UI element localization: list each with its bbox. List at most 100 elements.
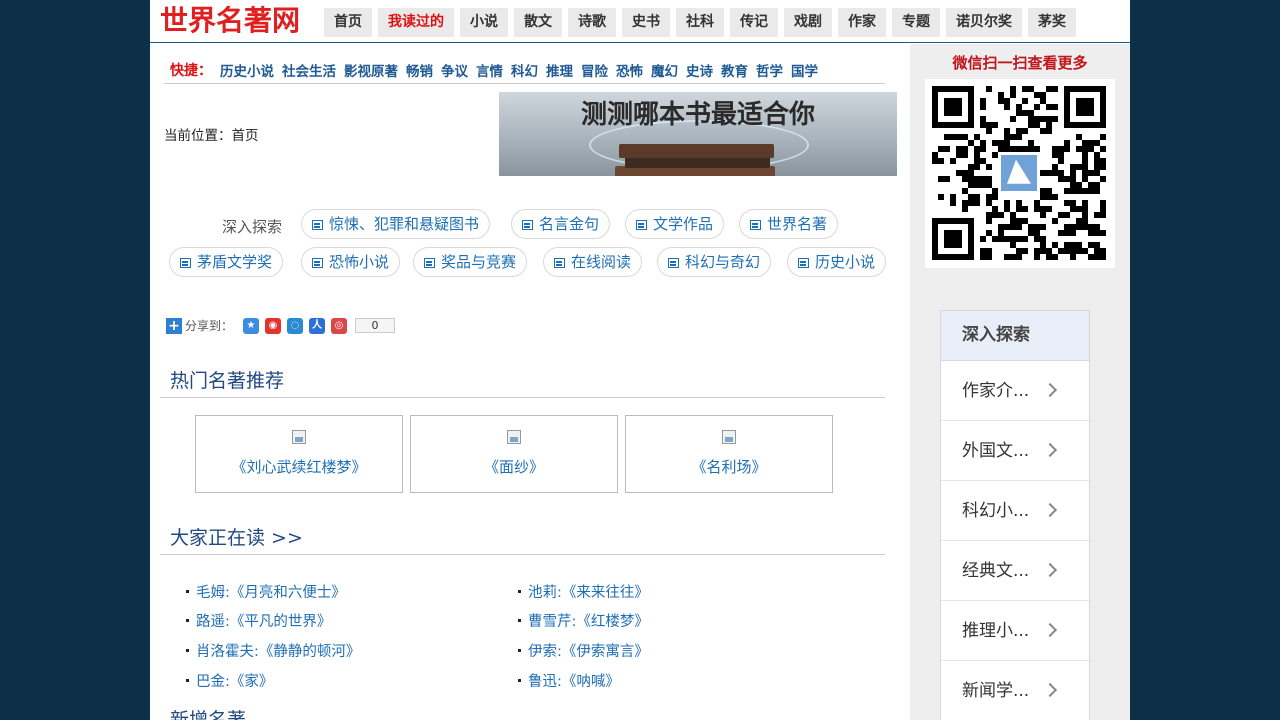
header: 世界名著网 首页 我读过的 小说 散文 诗歌 史书 社科 传记 戏剧 作家 专题 诺贝尔奖 茅奖 (150, 0, 1130, 43)
side-item-label: 推理小... (962, 621, 1030, 641)
side-explore-panel: 深入探索 作家介... 外国文... 科幻小... 经典文... 推理小... 新闻学..… (940, 310, 1090, 720)
explore-chip[interactable]: 在线阅读 (543, 247, 643, 277)
chevron-right-icon (1042, 442, 1058, 458)
nav-item[interactable]: 专题 (892, 8, 940, 37)
quick-link[interactable]: 魔幻 (651, 60, 678, 80)
explore-label: 深入探索 (222, 218, 283, 236)
quick-link[interactable]: 历史小说 (220, 60, 274, 80)
chip-label: 茅盾文学奖 (197, 253, 273, 271)
reading-link[interactable]: 鲁迅:《呐喊》 (518, 670, 620, 691)
quick-link[interactable]: 科幻 (511, 60, 538, 80)
tencent-weibo-icon[interactable]: ◌ (287, 317, 304, 334)
chip-label: 科幻与奇幻 (685, 253, 761, 271)
book-card[interactable]: 《名利场》 (625, 415, 833, 493)
side-item-label: 科幻小... (962, 501, 1030, 521)
book-cover-image (722, 430, 736, 444)
quick-link[interactable]: 冒险 (581, 60, 608, 80)
reading-title[interactable]: 大家正在读 >> (170, 523, 303, 550)
chevron-right-icon (1042, 622, 1058, 638)
book-card[interactable]: 《面纱》 (410, 415, 618, 493)
quick-link[interactable]: 推理 (546, 60, 573, 80)
nav-item[interactable]: 诗歌 (568, 8, 616, 37)
qr-code-image (932, 86, 1106, 260)
site-logo[interactable]: 世界名著网 (160, 3, 300, 39)
explore-chip[interactable]: 历史小说 (787, 247, 887, 277)
quick-link[interactable]: 哲学 (756, 60, 783, 80)
quiz-banner[interactable]: 测测哪本书最适合你 (499, 92, 897, 176)
quick-link[interactable]: 史诗 (686, 60, 713, 80)
quick-link[interactable]: 教育 (721, 60, 748, 80)
breadcrumb: 当前位置：首页 (164, 128, 259, 144)
renren-icon[interactable]: 人 (309, 317, 326, 334)
quick-link[interactable]: 影视原著 (344, 60, 398, 80)
nav-item[interactable]: 我读过的 (378, 8, 454, 37)
chip-label: 惊悚、犯罪和悬疑图书 (329, 215, 480, 233)
nav-item[interactable]: 茅奖 (1028, 8, 1076, 37)
quick-link[interactable]: 恐怖 (616, 60, 643, 80)
douban-icon[interactable]: ◎ (331, 317, 348, 334)
document-icon (312, 220, 323, 230)
quick-link[interactable]: 言情 (476, 60, 503, 80)
explore-chip[interactable]: 名言金句 (511, 209, 611, 239)
nav-item[interactable]: 传记 (730, 8, 778, 37)
nav-item[interactable]: 散文 (514, 8, 562, 37)
document-icon (180, 258, 191, 268)
divider (160, 397, 885, 398)
nav-item[interactable]: 史书 (622, 8, 670, 37)
side-panel-items: 作家介... 外国文... 科幻小... 经典文... 推理小... 新闻学... (941, 361, 1089, 720)
explore-chip[interactable]: 科幻与奇幻 (657, 247, 772, 277)
quick-link[interactable]: 争议 (441, 60, 468, 80)
quick-link[interactable]: 畅销 (406, 60, 433, 80)
nav-item[interactable]: 作家 (838, 8, 886, 37)
reading-link[interactable]: 伊索:《伊索寓言》 (518, 640, 649, 661)
nav-item[interactable]: 社科 (676, 8, 724, 37)
side-panel-item[interactable]: 推理小... (941, 601, 1089, 661)
explore-chip[interactable]: 茅盾文学奖 (169, 247, 284, 277)
chevron-right-icon (1042, 502, 1058, 518)
quick-links-bar: 快捷： 历史小说 社会生活 影视原著 畅销 争议 言情 科幻 推理 冒险 恐怖 魔幻 史诗 教育 哲学 国学 (164, 56, 885, 84)
reading-link[interactable]: 毛姆:《月亮和六便士》 (186, 581, 346, 602)
weibo-icon[interactable]: ◉ (265, 317, 282, 334)
side-item-label: 外国文... (962, 441, 1030, 461)
explore-chip[interactable]: 文学作品 (625, 209, 725, 239)
chevron-right-icon (1042, 382, 1058, 398)
side-panel-item[interactable]: 新闻学... (941, 661, 1089, 720)
side-panel-item[interactable]: 作家介... (941, 361, 1089, 421)
reading-link[interactable]: 曹雪芹:《红楼梦》 (518, 610, 649, 631)
reading-link[interactable]: 肖洛霍夫:《静静的顿河》 (186, 640, 360, 661)
chip-label: 奖品与竞赛 (441, 253, 517, 271)
reading-link[interactable]: 巴金:《家》 (186, 670, 273, 691)
quick-link[interactable]: 国学 (791, 60, 818, 80)
nav-item[interactable]: 小说 (460, 8, 508, 37)
nav-item[interactable]: 首页 (324, 8, 372, 37)
chip-label: 恐怖小说 (329, 253, 390, 271)
book-cover-image (292, 430, 306, 444)
share-label: 分享到： (185, 319, 234, 333)
side-panel-item[interactable]: 科幻小... (941, 481, 1089, 541)
explore-chip[interactable]: 奖品与竞赛 (413, 247, 528, 277)
quick-link[interactable]: 社会生活 (282, 60, 336, 80)
book-title: 《面纱》 (483, 458, 544, 476)
explore-chip[interactable]: 世界名著 (739, 209, 839, 239)
book-cover-image (507, 430, 521, 444)
plus-icon[interactable]: + (166, 317, 182, 334)
reading-link[interactable]: 路遥:《平凡的世界》 (186, 610, 331, 631)
document-icon (798, 258, 809, 268)
side-item-label: 作家介... (962, 381, 1030, 401)
explore-chip[interactable]: 恐怖小说 (301, 247, 401, 277)
side-panel-item[interactable]: 经典文... (941, 541, 1089, 601)
share-counter: 0 (355, 318, 396, 333)
hot-books-title: 热门名著推荐 (170, 370, 285, 392)
main-nav: 首页 我读过的 小说 散文 诗歌 史书 社科 传记 戏剧 作家 专题 诺贝尔奖 茅奖 (324, 8, 1082, 37)
reading-link[interactable]: 池莉:《来来往往》 (518, 581, 649, 602)
explore-chip[interactable]: 惊悚、犯罪和悬疑图书 (301, 209, 491, 239)
nav-item[interactable]: 戏剧 (784, 8, 832, 37)
wechat-qr-code (925, 79, 1115, 268)
qzone-icon[interactable]: ★ (243, 317, 260, 334)
nav-item[interactable]: 诺贝尔奖 (946, 8, 1022, 37)
chip-label: 文学作品 (653, 215, 714, 233)
qr-title: 微信扫一扫查看更多 (952, 54, 1088, 72)
document-icon (424, 258, 435, 268)
side-panel-item[interactable]: 外国文... (941, 421, 1089, 481)
book-card[interactable]: 《刘心武续红楼梦》 (195, 415, 403, 493)
